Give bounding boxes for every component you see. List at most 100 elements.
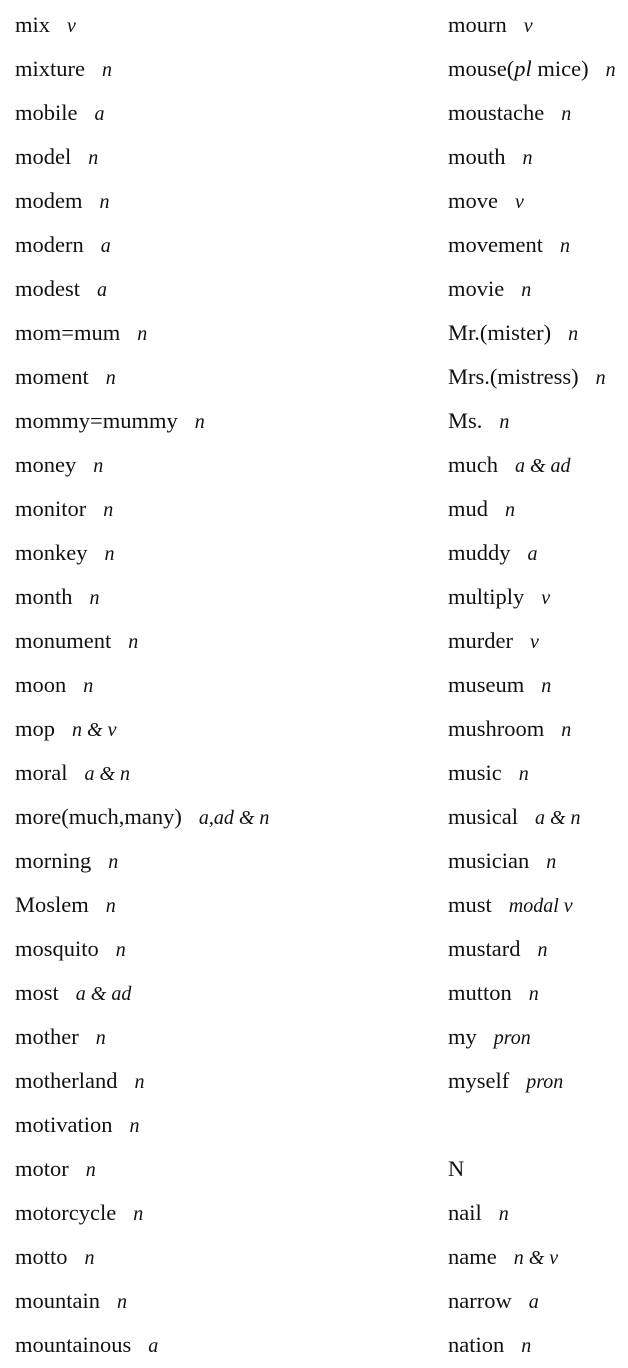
- dictionary-entry: muddy a: [448, 531, 538, 575]
- entry-headword: name: [448, 1244, 497, 1269]
- entry-part-of-speech: n: [83, 675, 94, 697]
- entry-part-of-speech: n: [133, 1203, 144, 1225]
- dictionary-entry: Ms. n: [448, 399, 509, 443]
- dictionary-entry: monument n: [15, 619, 138, 663]
- entry-headword: mustard: [448, 936, 521, 961]
- dictionary-entry: monkey n: [15, 531, 115, 575]
- entry-part-of-speech: n: [595, 367, 606, 389]
- entry-part-of-speech: n: [561, 719, 572, 741]
- entry-headword: nation: [448, 1332, 505, 1357]
- entry-headword: music: [448, 760, 502, 785]
- entry-part-of-speech: a: [528, 1291, 539, 1313]
- entry-headword: moral: [15, 760, 68, 785]
- dictionary-entry: Moslem n: [15, 883, 116, 927]
- entry-headword: museum: [448, 672, 525, 697]
- entry-part-of-speech: n: [85, 1159, 96, 1181]
- dictionary-entry: moral a & n: [15, 751, 130, 795]
- entry-part-of-speech: n: [605, 59, 616, 81]
- entry-part-of-speech: v: [541, 587, 551, 609]
- entry-headword: mutton: [448, 980, 512, 1005]
- entry-part-of-speech: n & v: [72, 719, 117, 741]
- entry-part-of-speech: a: [97, 279, 107, 301]
- dictionary-entry: model n: [15, 135, 98, 179]
- entry-headword: murder: [448, 628, 513, 653]
- dictionary-entry: mixture n: [15, 47, 112, 91]
- entry-headword: mouse(pl mice): [448, 56, 589, 81]
- entry-headword: motherland: [15, 1068, 118, 1093]
- entry-part-of-speech: n: [194, 411, 205, 433]
- entry-headword: morning: [15, 848, 92, 873]
- entry-part-of-speech: v: [529, 631, 539, 653]
- entry-headword: mouth: [448, 144, 506, 169]
- entry-part-of-speech: n: [88, 147, 99, 169]
- entry-headword: mountain: [15, 1288, 100, 1313]
- entry-headword: movement: [448, 232, 543, 257]
- entry-part-of-speech: n: [101, 59, 112, 81]
- entry-headword: musician: [448, 848, 530, 873]
- dictionary-entry: mouth n: [448, 135, 533, 179]
- entry-part-of-speech: a: [527, 543, 538, 565]
- dictionary-entry: mother n: [15, 1015, 106, 1059]
- entry-part-of-speech: a,ad & n: [198, 807, 270, 829]
- entry-headword: model: [15, 144, 72, 169]
- dictionary-entry: move v: [448, 179, 524, 223]
- dictionary-entry: murder v: [448, 619, 539, 663]
- dictionary-entry: music n: [448, 751, 529, 795]
- dictionary-entry: myself pron: [448, 1059, 563, 1103]
- entry-part-of-speech: a & n: [84, 763, 131, 785]
- dictionary-entry: name n & v: [448, 1235, 558, 1279]
- entry-part-of-speech: n: [561, 103, 572, 125]
- dictionary-entry: mud n: [448, 487, 515, 531]
- section-letter-heading: N: [448, 1156, 465, 1181]
- dictionary-entry: movie n: [448, 267, 531, 311]
- entry-headword: mop: [15, 716, 56, 741]
- dictionary-entry: mix v: [15, 3, 76, 47]
- entry-headword: money: [15, 452, 77, 477]
- entry-headword: Moslem: [15, 892, 89, 917]
- entry-part-of-speech: modal v: [508, 895, 573, 917]
- entry-part-of-speech: n: [134, 1071, 145, 1093]
- entry-headword: move: [448, 188, 498, 213]
- entry-headword: much: [448, 452, 498, 477]
- dictionary-entry: motorcycle n: [15, 1191, 143, 1235]
- entry-part-of-speech: n: [105, 895, 116, 917]
- dictionary-entry: mom=mum n: [15, 311, 147, 355]
- dictionary-entry: movement n: [448, 223, 570, 267]
- entry-headword: mother: [15, 1024, 79, 1049]
- entry-headword: moon: [15, 672, 67, 697]
- entry-part-of-speech: n: [103, 499, 114, 521]
- dictionary-entry: monitor n: [15, 487, 113, 531]
- dictionary-entry: modest a: [15, 267, 107, 311]
- entry-headword: mix: [15, 12, 51, 37]
- entry-part-of-speech: n: [104, 543, 115, 565]
- dictionary-entry: month n: [15, 575, 100, 619]
- dictionary-entry: musician n: [448, 839, 556, 883]
- dictionary-entry: narrow a: [448, 1279, 539, 1323]
- dictionary-entry: motivation n: [15, 1103, 140, 1147]
- entry-part-of-speech: n: [115, 939, 126, 961]
- entry-part-of-speech: n: [518, 763, 529, 785]
- dictionary-entry: modem n: [15, 179, 110, 223]
- dictionary-entry: Mrs.(mistress) n: [448, 355, 606, 399]
- entry-headword: musical: [448, 804, 518, 829]
- entry-headword: motto: [15, 1244, 68, 1269]
- entry-headword: mountainous: [15, 1332, 132, 1357]
- dictionary-entry: money n: [15, 443, 103, 487]
- dictionary-entry: mouse(pl mice) n: [448, 47, 616, 91]
- dictionary-entry: nail n: [448, 1191, 509, 1235]
- entry-part-of-speech: a: [100, 235, 111, 257]
- entry-headword-italic-part: pl: [514, 56, 532, 81]
- entry-part-of-speech: n: [499, 411, 510, 433]
- entry-headword: myself: [448, 1068, 510, 1093]
- entry-part-of-speech: v: [67, 15, 76, 37]
- dictionary-entry: Mr.(mister) n: [448, 311, 578, 355]
- entry-part-of-speech: a: [148, 1335, 159, 1357]
- entry-part-of-speech: n: [99, 191, 110, 213]
- entry-part-of-speech: n & v: [513, 1247, 559, 1269]
- entry-part-of-speech: pron: [493, 1027, 531, 1049]
- dictionary-entry: must modal v: [448, 883, 573, 927]
- wordlist-page: mix v mixture n mobile a model n modem n modern a mo…: [0, 0, 628, 1364]
- dictionary-entry: more(much,many) a,ad & n: [15, 795, 269, 839]
- entry-headword: month: [15, 584, 73, 609]
- entry-headword: Mr.(mister): [448, 320, 552, 345]
